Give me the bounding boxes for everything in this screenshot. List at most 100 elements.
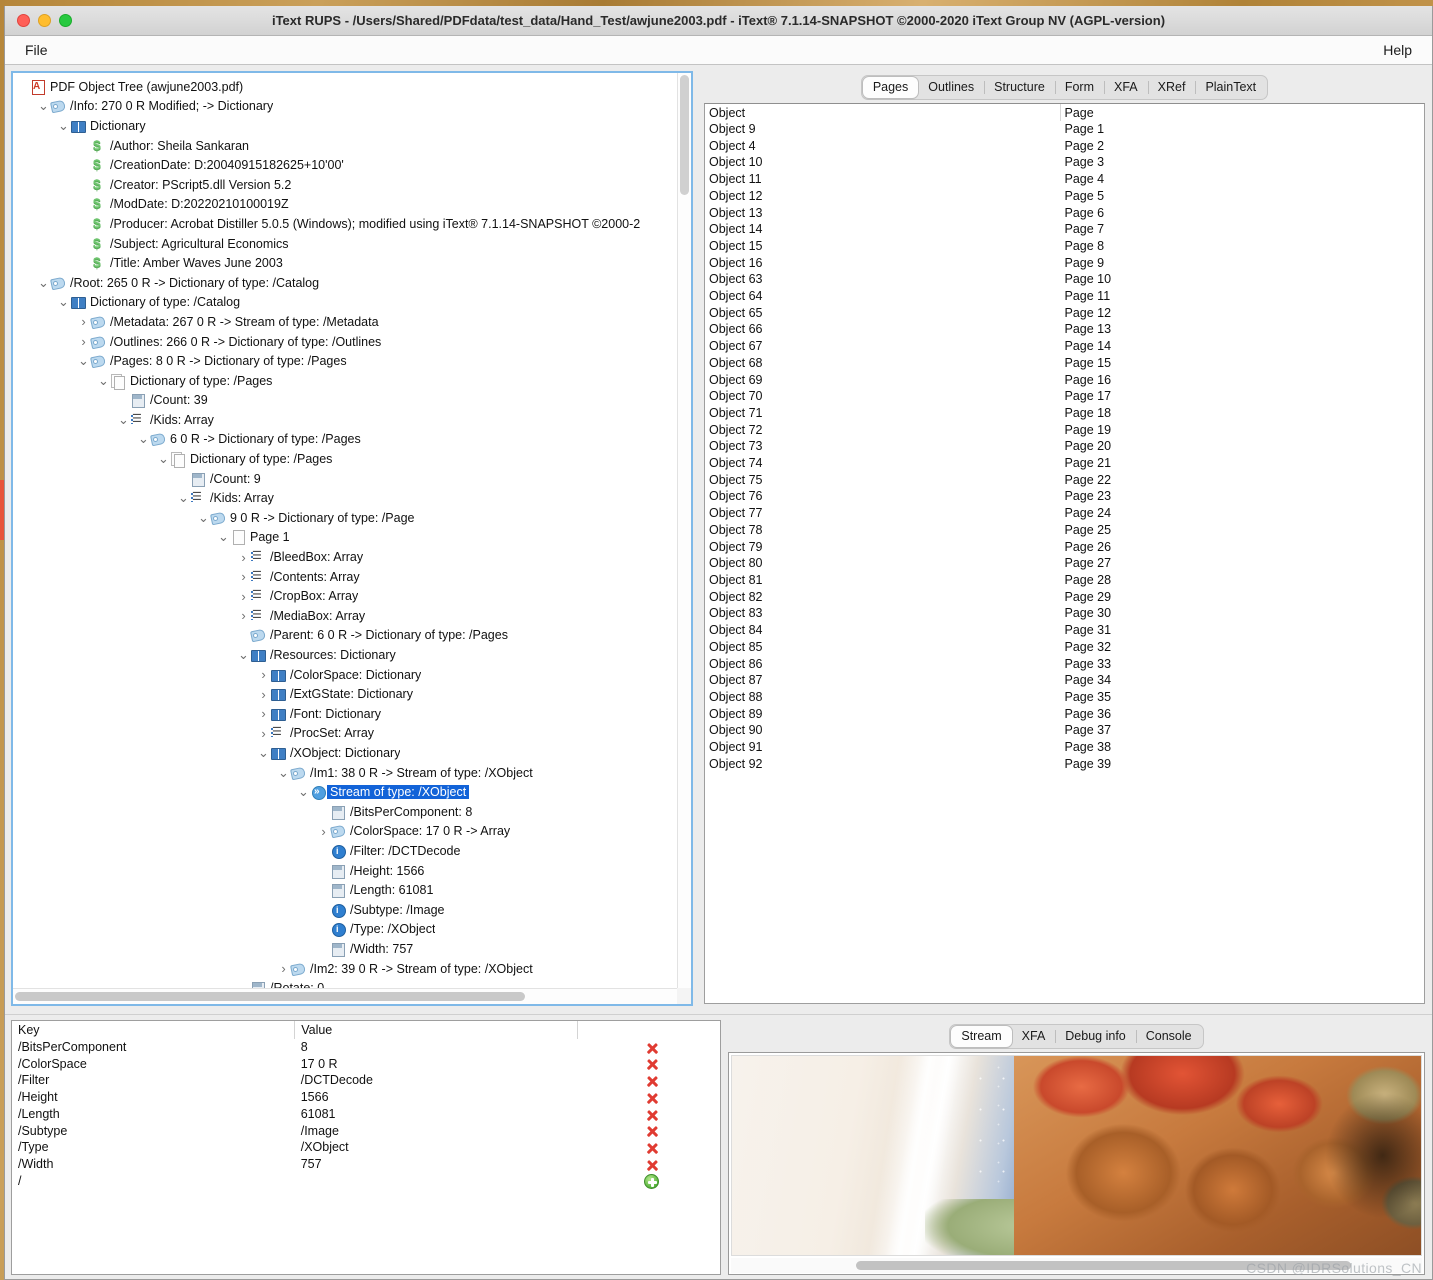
column-header-page[interactable]: Page xyxy=(1060,104,1424,121)
tree-node[interactable]: ›/ColorSpace: 17 0 R -> Array xyxy=(17,822,677,842)
chevron-down-icon[interactable]: ⌄ xyxy=(257,749,270,757)
tree-node[interactable]: /Author: Sheila Sankaran xyxy=(17,136,677,156)
chevron-right-icon[interactable]: › xyxy=(277,962,290,975)
tree-node[interactable]: ⌄/Pages: 8 0 R -> Dictionary of type: /P… xyxy=(17,351,677,371)
tab-structure[interactable]: Structure xyxy=(984,77,1055,98)
table-row[interactable]: Object 80Page 27 xyxy=(705,555,1424,572)
tree-node[interactable]: ›/ProcSet: Array xyxy=(17,724,677,744)
tree-node[interactable]: /ModDate: D:20220210100019Z xyxy=(17,195,677,215)
tree-node[interactable]: /Count: 9 xyxy=(17,469,677,489)
table-row[interactable]: Object 13Page 6 xyxy=(705,205,1424,222)
chevron-right-icon[interactable]: › xyxy=(317,825,330,838)
document-views-tabs[interactable]: PagesOutlinesStructureFormXFAXRefPlainTe… xyxy=(861,75,1268,100)
tree-node[interactable]: ⌄Dictionary xyxy=(17,116,677,136)
stream-preview-container[interactable] xyxy=(728,1052,1425,1275)
close-window-button[interactable] xyxy=(17,14,30,27)
table-row[interactable]: /Width757 xyxy=(12,1156,720,1173)
tree-node[interactable]: ⌄/Kids: Array xyxy=(17,488,677,508)
table-row[interactable]: Object 88Page 35 xyxy=(705,689,1424,706)
tree-node[interactable]: ›/Im2: 39 0 R -> Stream of type: /XObjec… xyxy=(17,959,677,979)
table-row[interactable]: Object 14Page 7 xyxy=(705,221,1424,238)
chevron-down-icon[interactable]: ⌄ xyxy=(217,533,230,541)
table-row[interactable]: Object 11Page 4 xyxy=(705,171,1424,188)
tree-node[interactable]: ›/ColorSpace: Dictionary xyxy=(17,665,677,685)
tree-vertical-scrollbar[interactable] xyxy=(677,73,691,988)
vertical-splitter[interactable] xyxy=(693,65,703,1010)
pdf-object-tree-panel[interactable]: PDF Object Tree (awjune2003.pdf)⌄/Info: … xyxy=(11,71,693,1006)
menu-help[interactable]: Help xyxy=(1377,40,1418,60)
table-row[interactable]: Object 78Page 25 xyxy=(705,522,1424,539)
tab-plaintext[interactable]: PlainText xyxy=(1195,77,1266,98)
chevron-down-icon[interactable]: ⌄ xyxy=(157,455,170,463)
tree-horizontal-scrollbar-thumb[interactable] xyxy=(15,992,525,1001)
chevron-down-icon[interactable]: ⌄ xyxy=(237,651,250,659)
tree-node[interactable]: ⌄6 0 R -> Dictionary of type: /Pages xyxy=(17,430,677,450)
table-row[interactable]: Object 79Page 26 xyxy=(705,539,1424,556)
table-row[interactable]: Object 65Page 12 xyxy=(705,305,1424,322)
chevron-down-icon[interactable]: ⌄ xyxy=(277,769,290,777)
table-row[interactable]: Object 16Page 9 xyxy=(705,255,1424,272)
table-row[interactable]: Object 87Page 34 xyxy=(705,672,1424,689)
tab-console[interactable]: Console xyxy=(1136,1026,1202,1047)
tree-node[interactable]: ⌄Page 1 xyxy=(17,528,677,548)
delete-icon[interactable] xyxy=(645,1057,659,1071)
column-header-value[interactable]: Value xyxy=(295,1021,578,1039)
table-row[interactable]: Object 85Page 32 xyxy=(705,639,1424,656)
tree-node[interactable]: ›/CropBox: Array xyxy=(17,586,677,606)
table-row[interactable]: /Length61081 xyxy=(12,1106,720,1123)
tab-xfa[interactable]: XFA xyxy=(1104,77,1148,98)
table-row[interactable]: Object 72Page 19 xyxy=(705,422,1424,439)
tree-node[interactable]: ⌄/XObject: Dictionary xyxy=(17,743,677,763)
chevron-down-icon[interactable]: ⌄ xyxy=(137,435,150,443)
preview-horizontal-scrollbar[interactable] xyxy=(731,1258,1422,1273)
chevron-right-icon[interactable]: › xyxy=(257,727,270,740)
tree-node[interactable]: /Producer: Acrobat Distiller 5.0.5 (Wind… xyxy=(17,214,677,234)
tree-node[interactable]: ⌄/Resources: Dictionary xyxy=(17,645,677,665)
chevron-down-icon[interactable]: ⌄ xyxy=(97,377,110,385)
tree-node[interactable]: /Width: 757 xyxy=(17,939,677,959)
column-header-key[interactable]: Key xyxy=(12,1021,295,1039)
table-row[interactable]: Object 12Page 5 xyxy=(705,188,1424,205)
delete-icon[interactable] xyxy=(645,1141,659,1155)
tree-node[interactable]: /Height: 1566 xyxy=(17,861,677,881)
tree-node[interactable]: ⌄Stream of type: /XObject xyxy=(17,782,677,802)
add-icon[interactable] xyxy=(644,1174,659,1189)
tree-node[interactable]: ›/MediaBox: Array xyxy=(17,606,677,626)
chevron-right-icon[interactable]: › xyxy=(237,590,250,603)
tree-node[interactable]: ⌄/Im1: 38 0 R -> Stream of type: /XObjec… xyxy=(17,763,677,783)
tree-horizontal-scrollbar[interactable] xyxy=(13,988,677,1004)
table-row[interactable]: Object 67Page 14 xyxy=(705,338,1424,355)
table-row[interactable]: /Height1566 xyxy=(12,1089,720,1106)
table-row[interactable]: Object 71Page 18 xyxy=(705,405,1424,422)
chevron-down-icon[interactable]: ⌄ xyxy=(77,357,90,365)
tree-node[interactable]: ›/BleedBox: Array xyxy=(17,547,677,567)
chevron-down-icon[interactable]: ⌄ xyxy=(57,298,70,306)
tab-xfa[interactable]: XFA xyxy=(1012,1026,1056,1047)
chevron-down-icon[interactable]: ⌄ xyxy=(57,122,70,130)
tree-node[interactable]: /Length: 61081 xyxy=(17,880,677,900)
delete-icon[interactable] xyxy=(645,1091,659,1105)
delete-icon[interactable] xyxy=(645,1074,659,1088)
tree-node[interactable]: /Subject: Agricultural Economics xyxy=(17,234,677,254)
table-row[interactable]: /Filter/DCTDecode xyxy=(12,1072,720,1089)
tab-debug-info[interactable]: Debug info xyxy=(1055,1026,1135,1047)
table-row[interactable]: Object 81Page 28 xyxy=(705,572,1424,589)
table-row[interactable]: Object 74Page 21 xyxy=(705,455,1424,472)
column-header-actions[interactable] xyxy=(577,1021,720,1039)
delete-icon[interactable] xyxy=(645,1124,659,1138)
table-row[interactable]: Object 92Page 39 xyxy=(705,756,1424,773)
chevron-right-icon[interactable]: › xyxy=(257,668,270,681)
tree-node[interactable]: /Subtype: /Image xyxy=(17,900,677,920)
tree-node[interactable]: /Parent: 6 0 R -> Dictionary of type: /P… xyxy=(17,626,677,646)
chevron-down-icon[interactable]: ⌄ xyxy=(197,514,210,522)
chevron-right-icon[interactable]: › xyxy=(237,609,250,622)
tree-node[interactable]: /Title: Amber Waves June 2003 xyxy=(17,253,677,273)
minimize-window-button[interactable] xyxy=(38,14,51,27)
chevron-down-icon[interactable]: ⌄ xyxy=(37,279,50,287)
chevron-down-icon[interactable]: ⌄ xyxy=(37,102,50,110)
tree-vertical-scrollbar-thumb[interactable] xyxy=(680,75,689,195)
object-properties-panel[interactable]: Key Value /BitsPerComponent8/ColorSpace1… xyxy=(11,1020,721,1275)
delete-icon[interactable] xyxy=(645,1158,659,1172)
tree-node[interactable]: ⌄9 0 R -> Dictionary of type: /Page xyxy=(17,508,677,528)
delete-icon[interactable] xyxy=(645,1041,659,1055)
